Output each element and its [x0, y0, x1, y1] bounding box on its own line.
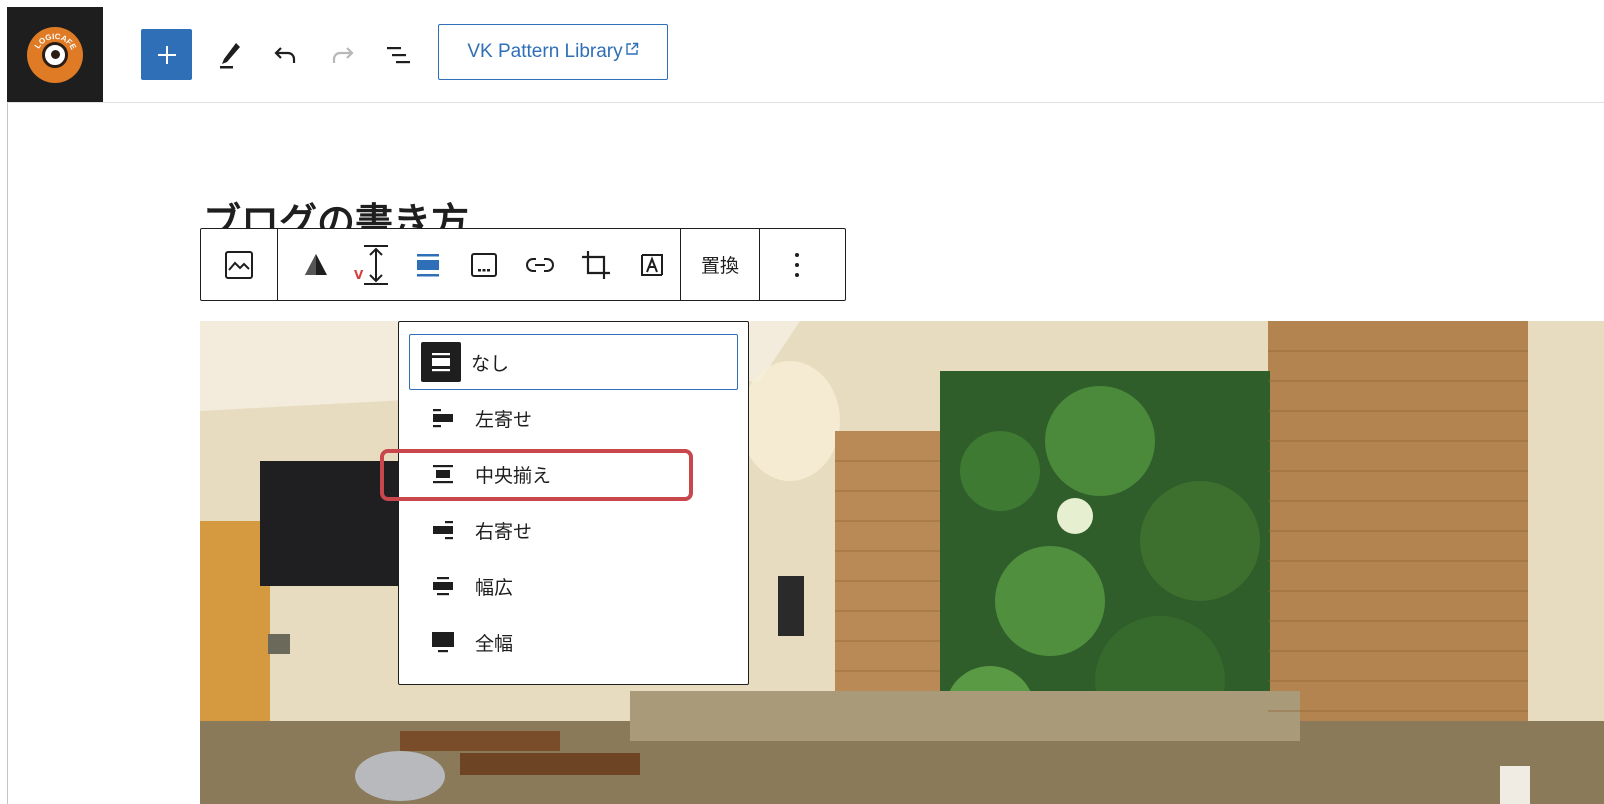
pencil-icon	[220, 43, 240, 69]
caption-button[interactable]	[456, 230, 512, 300]
vk-pattern-library-label: VK Pattern Library	[467, 41, 623, 62]
post-title[interactable]: ブログの書き方	[203, 196, 469, 232]
crop-button[interactable]	[568, 230, 624, 300]
logo-badge: LOGICAFE	[27, 26, 83, 83]
more-options-icon	[795, 252, 800, 277]
plus-icon	[157, 45, 176, 64]
align-right-icon	[421, 508, 465, 552]
align-option-label: 全幅	[475, 632, 514, 655]
image-icon	[225, 250, 253, 279]
image-block-toolbar: V 置換	[200, 228, 846, 301]
align-option-right[interactable]: 右寄せ	[409, 502, 738, 558]
editor-header: LOGICAFE VK Pattern Library	[7, 7, 1604, 103]
align-button[interactable]	[400, 230, 456, 300]
triangle-filter-icon	[305, 253, 327, 275]
undo-icon	[274, 47, 296, 63]
align-option-label: 中央揃え	[475, 464, 552, 487]
align-option-full[interactable]: 全幅	[409, 614, 738, 670]
list-view-icon	[387, 47, 410, 64]
replace-group: 置換	[681, 229, 761, 300]
image-tools-group: V	[278, 229, 681, 300]
svg-text:LOGICAFE: LOGICAFE	[33, 31, 79, 51]
block-type-group	[201, 229, 278, 300]
resize-button[interactable]: V	[344, 230, 400, 300]
align-option-label: 右寄せ	[475, 520, 533, 543]
external-link-icon	[625, 42, 638, 55]
align-option-none[interactable]: なし	[409, 334, 738, 390]
align-option-center[interactable]: 中央揃え	[409, 446, 738, 502]
image-block-switcher[interactable]	[201, 230, 277, 300]
svg-text:V: V	[354, 268, 364, 282]
add-block-button[interactable]	[141, 29, 192, 80]
link-button[interactable]	[512, 230, 568, 300]
align-left-icon	[421, 396, 465, 440]
vk-pattern-library-button[interactable]: VK Pattern Library	[438, 24, 668, 80]
align-option-label: 幅広	[475, 576, 514, 599]
align-wide-icon	[421, 564, 465, 608]
align-center-icon	[421, 452, 465, 496]
list-view-button[interactable]	[372, 29, 424, 81]
align-dropdown-menu: なし 左寄せ 中央揃え 右寄せ 幅広 全幅	[398, 321, 749, 685]
align-full-icon	[421, 620, 465, 664]
options-group	[760, 229, 834, 300]
align-center-icon	[417, 253, 439, 276]
align-option-left[interactable]: 左寄せ	[409, 390, 738, 446]
site-logo[interactable]: LOGICAFE	[7, 7, 103, 102]
text-overlay-icon	[641, 253, 663, 276]
resize-icon: V	[354, 244, 388, 285]
align-option-label: 左寄せ	[475, 408, 533, 431]
tools-button[interactable]	[204, 29, 256, 81]
more-options-button[interactable]	[760, 230, 834, 300]
logo-text-ring: LOGICAFE	[33, 31, 79, 51]
duotone-button[interactable]	[288, 230, 344, 300]
redo-icon	[332, 47, 354, 63]
align-none-icon	[421, 342, 461, 382]
caption-icon	[471, 252, 497, 277]
undo-button[interactable]	[260, 29, 312, 81]
replace-button[interactable]: 置換	[681, 230, 759, 300]
align-option-wide[interactable]: 幅広	[409, 558, 738, 614]
link-icon	[526, 257, 554, 272]
crop-icon	[582, 250, 610, 279]
redo-button[interactable]	[316, 29, 368, 81]
text-overlay-button[interactable]	[624, 230, 680, 300]
align-option-label: なし	[471, 352, 510, 375]
